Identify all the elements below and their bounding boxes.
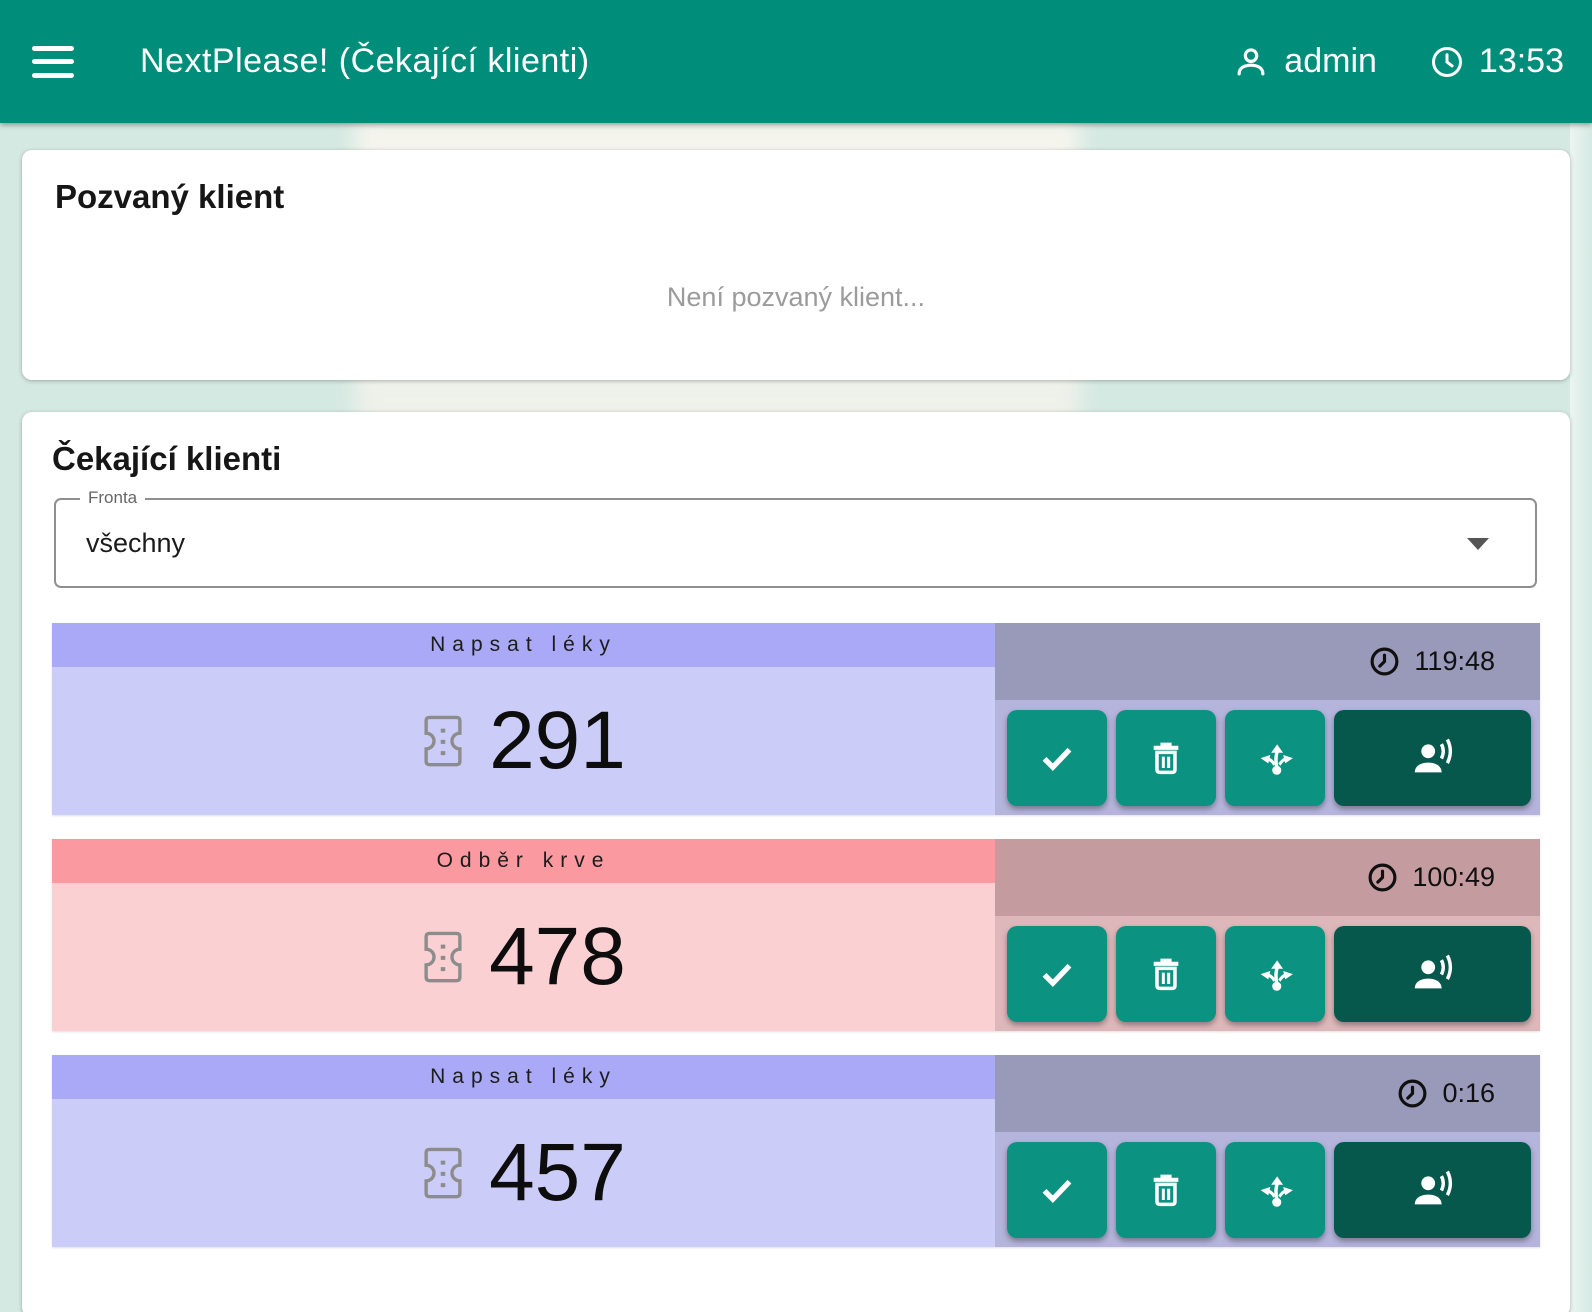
queue-info: Napsat léky 291 <box>52 623 995 815</box>
background-photo-edge <box>1570 0 1592 1312</box>
delete-button[interactable] <box>1116 926 1216 1022</box>
trash-icon <box>1146 738 1186 778</box>
trash-icon <box>1146 954 1186 994</box>
waiting-card-title: Čekající klienti <box>52 440 1540 478</box>
check-icon <box>1037 954 1077 994</box>
ticket-icon <box>421 714 465 768</box>
waiting-time-value: 100:49 <box>1412 862 1495 893</box>
delete-button[interactable] <box>1116 1142 1216 1238</box>
timer-clock-icon <box>1366 861 1399 894</box>
invited-empty-message: Není pozvaný klient... <box>55 282 1537 313</box>
queue-actions-panel: 119:48 <box>995 623 1540 815</box>
queue-info: Napsat léky 457 <box>52 1055 995 1247</box>
ticket-number: 478 <box>489 916 626 998</box>
queue-item-row: Napsat léky 291 119:48 <box>52 623 1540 815</box>
waiting-clients-card: Čekající klienti Fronta všechny Napsat l… <box>22 412 1570 1312</box>
ticket-icon <box>421 1146 465 1200</box>
invited-client-card: Pozvaný klient Není pozvaný klient... <box>22 150 1570 380</box>
user-menu[interactable]: admin <box>1232 42 1377 81</box>
clock-icon <box>1429 44 1465 80</box>
call-client-button[interactable] <box>1334 926 1531 1022</box>
queue-filter-select[interactable]: Fronta všechny <box>54 498 1537 588</box>
queue-info: Odběr krve 478 <box>52 839 995 1031</box>
person-icon <box>1232 43 1270 81</box>
queue-filter-value: všechny <box>56 528 185 559</box>
record-voice-over-icon <box>1410 735 1456 781</box>
invited-card-title: Pozvaný klient <box>55 178 1537 216</box>
trash-icon <box>1146 1170 1186 1210</box>
waiting-time: 0:16 <box>995 1055 1540 1132</box>
timer-clock-icon <box>1368 645 1401 678</box>
ticket-number: 457 <box>489 1132 626 1214</box>
waiting-time: 100:49 <box>995 839 1540 916</box>
waiting-time-value: 119:48 <box>1414 646 1495 677</box>
waiting-time: 119:48 <box>995 623 1540 700</box>
waiting-time-value: 0:16 <box>1442 1078 1495 1109</box>
call-client-button[interactable] <box>1334 1142 1531 1238</box>
move-queue-button[interactable] <box>1225 926 1325 1022</box>
move-queue-button[interactable] <box>1225 1142 1325 1238</box>
queue-filter-label: Fronta <box>80 488 145 508</box>
queue-name: Odběr krve <box>52 839 995 883</box>
route-branch-icon <box>1254 953 1296 995</box>
delete-button[interactable] <box>1116 710 1216 806</box>
clock-label: 13:53 <box>1479 42 1564 81</box>
queue-actions-panel: 0:16 <box>995 1055 1540 1247</box>
confirm-button[interactable] <box>1007 926 1107 1022</box>
ticket-icon <box>421 930 465 984</box>
call-client-button[interactable] <box>1334 710 1531 806</box>
queue-name: Napsat léky <box>52 623 995 667</box>
queue-actions-panel: 100:49 <box>995 839 1540 1031</box>
menu-icon[interactable] <box>32 46 74 78</box>
chevron-down-icon <box>1467 538 1489 550</box>
queue-name: Napsat léky <box>52 1055 995 1099</box>
timer-clock-icon <box>1396 1077 1429 1110</box>
confirm-button[interactable] <box>1007 710 1107 806</box>
record-voice-over-icon <box>1410 951 1456 997</box>
route-branch-icon <box>1254 1169 1296 1211</box>
user-label: admin <box>1284 42 1377 81</box>
app-title: NextPlease! (Čekající klienti) <box>140 42 590 81</box>
clock-display: 13:53 <box>1429 42 1564 81</box>
ticket-number: 291 <box>489 700 626 782</box>
app-bar: NextPlease! (Čekající klienti) admin 13:… <box>0 0 1592 123</box>
check-icon <box>1037 1170 1077 1210</box>
move-queue-button[interactable] <box>1225 710 1325 806</box>
confirm-button[interactable] <box>1007 1142 1107 1238</box>
record-voice-over-icon <box>1410 1167 1456 1213</box>
queue-item-row: Napsat léky 457 0:16 <box>52 1055 1540 1247</box>
check-icon <box>1037 738 1077 778</box>
queue-item-row: Odběr krve 478 100:49 <box>52 839 1540 1031</box>
route-branch-icon <box>1254 737 1296 779</box>
